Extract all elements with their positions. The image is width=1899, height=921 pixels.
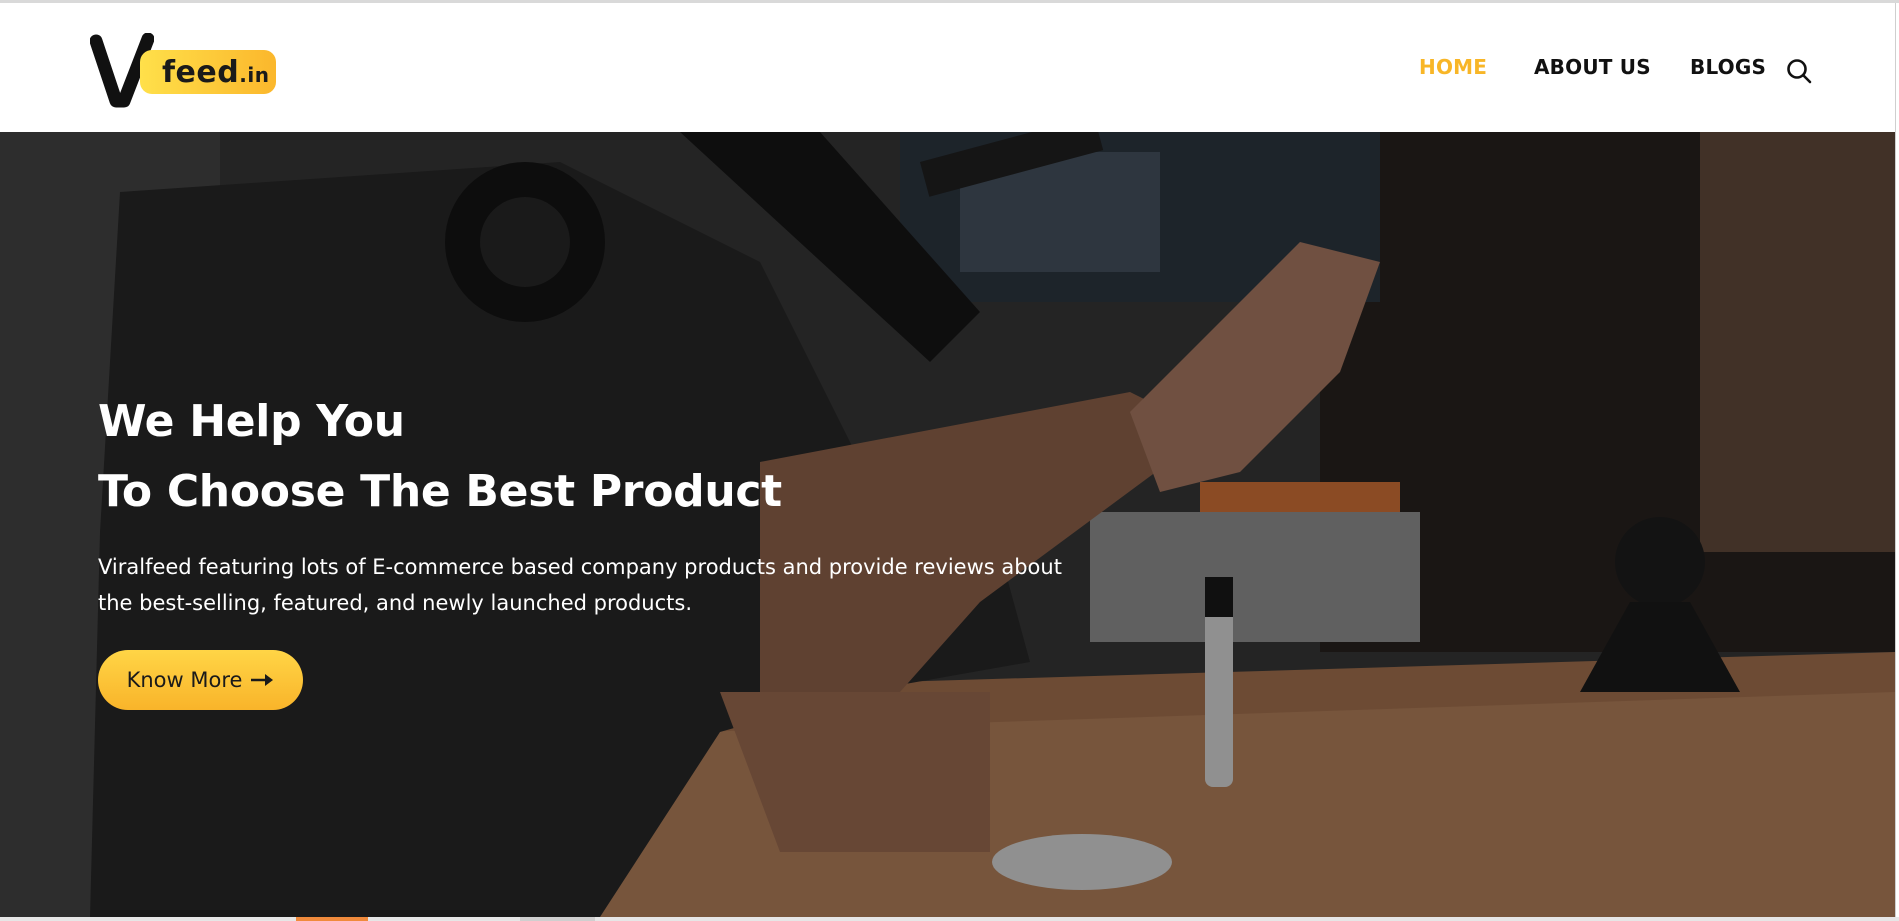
bottom-accent-bar <box>296 917 368 921</box>
know-more-label: Know More <box>126 668 243 692</box>
nav-blogs[interactable]: BLOGS <box>1690 55 1766 85</box>
know-more-button[interactable]: Know More <box>98 650 303 710</box>
site-logo[interactable]: feed.in <box>90 33 286 109</box>
logo-name: feed <box>162 55 240 90</box>
hero-heading: We Help You To Choose The Best Product <box>98 387 782 527</box>
site-header: feed.in HOME ABOUT US BLOGS <box>0 3 1895 132</box>
hero-description: Viralfeed featuring lots of E-commerce b… <box>98 549 1098 621</box>
hero-heading-line-2: To Choose The Best Product <box>98 466 782 517</box>
search-icon[interactable] <box>1786 58 1812 84</box>
scrollbar-edge <box>1895 3 1899 921</box>
hero-description-line-1: Viralfeed featuring lots of E-commerce b… <box>98 555 1062 579</box>
arrow-right-icon <box>251 674 274 686</box>
bottom-strip <box>0 917 1899 921</box>
nav-home[interactable]: HOME <box>1419 55 1487 85</box>
nav-about-us[interactable]: ABOUT US <box>1534 55 1651 85</box>
logo-wordmark: feed.in <box>162 55 269 90</box>
bottom-divider <box>520 917 595 921</box>
logo-suffix: .in <box>239 63 270 87</box>
hero-banner: We Help You To Choose The Best Product V… <box>0 132 1895 917</box>
hero-heading-line-1: We Help You <box>98 396 405 447</box>
hero-description-line-2: the best-selling, featured, and newly la… <box>98 591 693 615</box>
